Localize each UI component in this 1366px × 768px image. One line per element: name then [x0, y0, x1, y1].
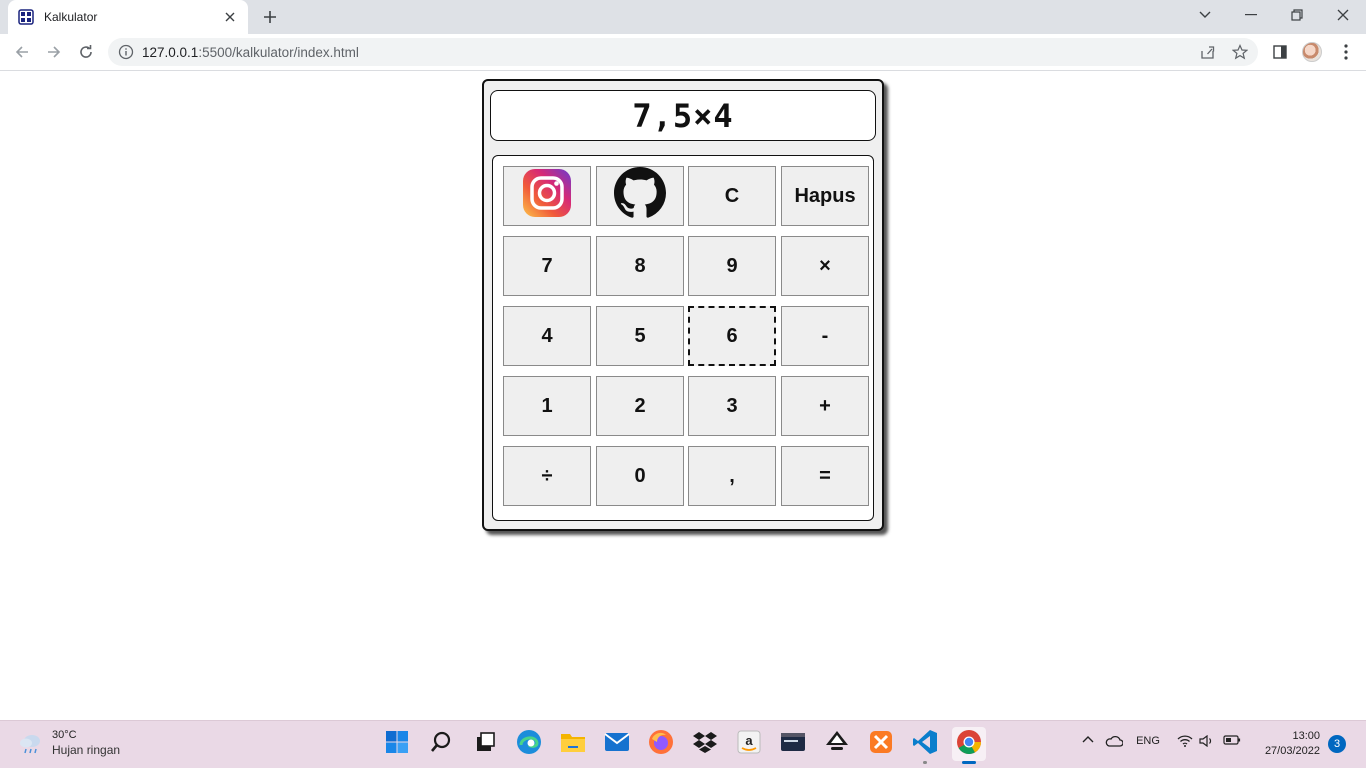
bookmark-star-icon[interactable] — [1232, 44, 1248, 60]
key-8[interactable]: 8 — [596, 236, 684, 296]
key-7[interactable]: 7 — [503, 236, 591, 296]
taskbar-chrome[interactable] — [952, 727, 986, 764]
notification-badge[interactable]: 3 — [1328, 735, 1346, 753]
weather-widget[interactable]: 30°C Hujan ringan — [18, 729, 120, 757]
instagram-icon — [522, 168, 572, 224]
clear-button[interactable]: C — [688, 166, 776, 226]
forward-arrow-icon[interactable] — [42, 40, 66, 64]
back-arrow-icon[interactable] — [10, 40, 34, 64]
windows-logo-icon — [385, 730, 409, 759]
calculator: 7, 5 × 4 C Hapus 7 8 9 × 4 5 6 - 1 2 3 + ÷ … — [482, 79, 884, 531]
start-button[interactable] — [380, 727, 414, 761]
taskbar-vscode[interactable] — [908, 727, 942, 764]
tab-search-icon[interactable] — [1182, 0, 1228, 30]
menu-dots-icon[interactable] — [1336, 42, 1356, 62]
equals-button[interactable]: = — [781, 446, 869, 506]
new-tab-icon[interactable] — [260, 7, 280, 27]
side-panel-icon[interactable] — [1270, 42, 1290, 62]
svg-text:a: a — [745, 733, 753, 748]
taskbar-file-explorer[interactable] — [556, 727, 590, 761]
address-bar[interactable]: 127.0.0.1:5500/kalkulator/index.html — [108, 38, 1258, 66]
edge-icon — [516, 729, 542, 760]
key-5[interactable]: 5 — [596, 306, 684, 366]
divide-button[interactable]: ÷ — [503, 446, 591, 506]
share-icon[interactable] — [1200, 44, 1216, 60]
language-indicator[interactable]: ENG — [1134, 735, 1162, 747]
mail-icon — [604, 732, 630, 757]
taskbar-edge[interactable] — [512, 727, 546, 761]
task-view-button[interactable] — [468, 727, 502, 761]
key-1[interactable]: 1 — [503, 376, 591, 436]
url-path: :5500/kalkulator/index.html — [198, 44, 359, 60]
delete-button[interactable]: Hapus — [781, 166, 869, 226]
key-0[interactable]: 0 — [596, 446, 684, 506]
profile-avatar[interactable] — [1302, 42, 1322, 62]
taskbar-firefox[interactable] — [644, 727, 678, 761]
site-info-icon[interactable] — [118, 44, 134, 60]
display-value: 7,5×4 — [632, 96, 734, 135]
taskbar-search[interactable] — [424, 727, 458, 761]
volume-icon[interactable] — [1198, 735, 1216, 747]
active-app-indicator — [962, 761, 976, 764]
terminal-icon — [780, 732, 806, 757]
comma-button[interactable]: , — [688, 446, 776, 506]
calculator-display: 7,5×4 — [490, 90, 876, 141]
instagram-button[interactable] — [503, 166, 591, 226]
github-button[interactable] — [596, 166, 684, 226]
url-host: 127.0.0.1 — [142, 44, 199, 60]
minus-button[interactable]: - — [781, 306, 869, 366]
minimize-icon[interactable] — [1228, 0, 1274, 30]
keypad: C Hapus 7 8 9 × 4 5 6 - 1 2 3 + ÷ 0 , = — [492, 155, 874, 521]
tab-strip: Kalkulator — [0, 0, 1366, 34]
key-3[interactable]: 3 — [688, 376, 776, 436]
xampp-icon — [869, 730, 893, 759]
clock-time: 13:00 — [1292, 730, 1320, 742]
clock-date: 27/03/2022 — [1264, 745, 1320, 757]
amazon-icon: a — [737, 730, 761, 759]
restore-icon[interactable] — [1274, 0, 1320, 30]
inkscape-icon — [824, 729, 850, 760]
firefox-icon — [648, 729, 674, 760]
taskbar-terminal[interactable] — [776, 727, 810, 761]
taskbar-mail[interactable] — [600, 727, 634, 761]
wifi-icon[interactable] — [1176, 735, 1194, 747]
calculator-favicon-icon — [18, 9, 34, 25]
browser-tab[interactable]: Kalkulator — [8, 0, 248, 34]
rain-cloud-icon — [18, 730, 44, 756]
reload-icon[interactable] — [74, 40, 98, 64]
taskbar-inkscape[interactable] — [820, 727, 854, 761]
dropbox-icon — [692, 730, 718, 759]
multiply-button[interactable]: × — [781, 236, 869, 296]
weather-temperature: 30°C — [52, 729, 77, 741]
close-window-icon[interactable] — [1320, 0, 1366, 30]
taskbar-xampp[interactable] — [864, 727, 898, 761]
key-6[interactable]: 6 — [688, 306, 776, 366]
plus-button[interactable]: + — [781, 376, 869, 436]
search-icon — [429, 730, 453, 759]
key-4[interactable]: 4 — [503, 306, 591, 366]
system-clock[interactable]: 13:00 27/03/2022 — [1265, 729, 1320, 759]
vscode-icon — [912, 729, 938, 760]
url-text: 127.0.0.1:5500/kalkulator/index.html — [142, 45, 359, 60]
chrome-icon — [956, 729, 982, 760]
onedrive-cloud-icon[interactable] — [1104, 735, 1124, 747]
taskbar-amazon[interactable]: a — [732, 727, 766, 761]
folder-icon — [560, 731, 586, 758]
tab-title: Kalkulator — [44, 10, 98, 24]
github-icon — [614, 167, 666, 225]
taskbar-dropbox[interactable] — [688, 727, 722, 761]
running-indicator — [923, 761, 927, 764]
task-view-icon — [474, 731, 496, 758]
tab-close-icon[interactable] — [222, 9, 238, 25]
browser-toolbar: 127.0.0.1:5500/kalkulator/index.html — [0, 34, 1366, 71]
show-hidden-icons-chevron-icon[interactable] — [1080, 735, 1096, 743]
taskbar: 30°C Hujan ringan a ENG 13:00 27/03/2022… — [0, 720, 1366, 768]
key-2[interactable]: 2 — [596, 376, 684, 436]
key-9[interactable]: 9 — [688, 236, 776, 296]
weather-description: Hujan ringan — [52, 743, 121, 757]
battery-icon[interactable] — [1222, 735, 1242, 745]
